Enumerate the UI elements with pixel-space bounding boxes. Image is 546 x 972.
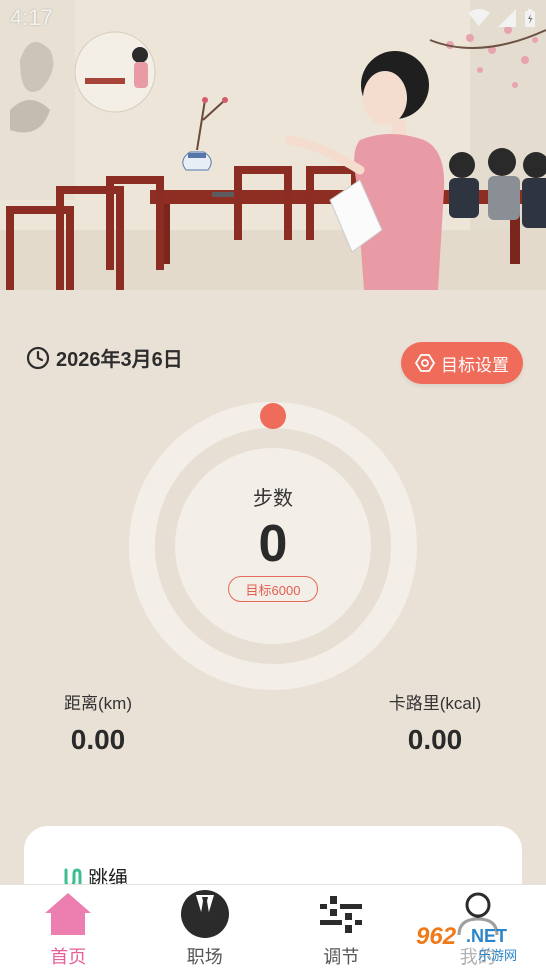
calories-label: 卡路里(kcal) <box>388 694 482 713</box>
distance-label: 距离(km) <box>64 694 132 713</box>
settings-hex-icon <box>415 354 435 372</box>
battery-icon <box>525 9 535 27</box>
status-icons <box>468 8 536 28</box>
nav-home[interactable]: 首页 <box>0 885 137 972</box>
sliders-icon <box>314 889 368 939</box>
nav-workplace[interactable]: 职场 <box>137 885 274 972</box>
status-bar: 4:17 <box>0 0 546 36</box>
nav-home-label: 首页 <box>50 947 87 967</box>
svg-text:962: 962 <box>416 923 457 950</box>
nav-workplace-label: 职场 <box>186 947 223 967</box>
goal-settings-label: 目标设置 <box>441 355 509 375</box>
wifi-icon <box>468 9 490 26</box>
svg-text:乐游网: 乐游网 <box>478 949 517 964</box>
nav-adjust-label: 调节 <box>323 947 360 967</box>
signal-icon <box>498 9 516 27</box>
steps-label: 步数 <box>253 488 293 510</box>
svg-text:.NET: .NET <box>466 926 507 946</box>
current-date: 2026年3月6日 <box>56 349 183 371</box>
calories-stat: 卡路里(kcal) 0.00 <box>372 689 498 756</box>
home-icon <box>41 889 95 939</box>
banner-illustration <box>0 0 546 290</box>
nav-adjust[interactable]: 调节 <box>273 885 410 972</box>
step-progress-ring: 步数 0 目标6000 <box>129 402 417 690</box>
site-watermark: 962 .NET 乐游网 <box>408 918 540 964</box>
steps-goal-badge: 目标6000 <box>228 576 318 602</box>
goal-settings-button[interactable]: 目标设置 <box>401 342 523 384</box>
date-row: 2026年3月6日 <box>26 343 183 372</box>
status-time: 4:17 <box>10 5 53 30</box>
clock-icon <box>26 346 50 369</box>
distance-stat: 距离(km) 0.00 <box>40 689 156 756</box>
calories-value: 0.00 <box>407 724 463 755</box>
steps-value: 0 <box>258 515 288 573</box>
tie-icon <box>178 889 232 939</box>
ring-center: 步数 0 目标6000 <box>129 402 417 690</box>
distance-value: 0.00 <box>70 724 126 755</box>
